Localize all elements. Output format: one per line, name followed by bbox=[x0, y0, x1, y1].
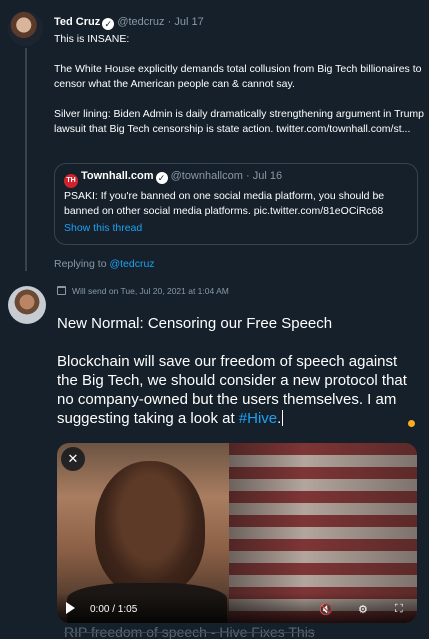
reply-handle-link[interactable]: @tedcruz bbox=[109, 258, 154, 270]
replying-to: Replying to @tedcruz bbox=[54, 258, 155, 270]
video-controls: 0:00 / 1:05 🔇 ⚙ ⛶ bbox=[57, 593, 417, 623]
character-count-indicator bbox=[408, 420, 415, 427]
verified-badge-icon: ✓ bbox=[155, 172, 168, 184]
embedded-tweet-date: Jul 16 bbox=[252, 170, 283, 182]
close-icon[interactable]: ✕ bbox=[61, 447, 85, 471]
townhall-logo: TH bbox=[64, 174, 78, 188]
verified-badge-icon: ✓ bbox=[102, 18, 115, 30]
user-avatar[interactable] bbox=[8, 286, 46, 324]
tweet-paragraph: The White House explicitly demands total… bbox=[54, 63, 422, 90]
gear-icon[interactable]: ⚙ bbox=[358, 603, 368, 616]
embedded-tweet-text: PSAKI: If you're banned on one social me… bbox=[64, 190, 385, 217]
video-attachment[interactable]: ✕ 0:00 / 1:05 🔇 ⚙ ⛶ bbox=[57, 443, 417, 623]
video-title: RIP freedom of speech - Hive Fixes This bbox=[64, 624, 315, 639]
show-thread-link[interactable]: Show this thread bbox=[64, 222, 142, 234]
compose-body: Blockchain will save our freedom of spee… bbox=[57, 353, 407, 427]
tweet-paragraph: Silver lining: Biden Admin is daily dram… bbox=[54, 108, 425, 135]
embedded-author-name: Townhall.com bbox=[81, 170, 154, 182]
play-icon[interactable] bbox=[66, 602, 75, 614]
calendar-icon bbox=[57, 286, 66, 295]
thread-line bbox=[25, 48, 27, 271]
tweet-date[interactable]: Jul 17 bbox=[174, 16, 203, 28]
tweet-header: Ted Cruz ✓ @tedcruz · Jul 17 bbox=[54, 16, 204, 30]
author-handle[interactable]: @tedcruz bbox=[117, 16, 164, 28]
text-cursor bbox=[282, 410, 284, 426]
schedule-info[interactable]: Will send on Tue, Jul 20, 2021 at 1:04 A… bbox=[57, 286, 229, 296]
compose-title: New Normal: Censoring our Free Speech bbox=[57, 315, 333, 332]
hashtag-link[interactable]: #Hive bbox=[239, 410, 277, 427]
video-time: 0:00 / 1:05 bbox=[90, 604, 138, 615]
avatar[interactable] bbox=[8, 11, 43, 46]
embedded-author-handle: @townhallcom bbox=[170, 170, 243, 182]
tweet-text: This is INSANE: The White House explicit… bbox=[54, 32, 426, 137]
schedule-text: Will send on Tue, Jul 20, 2021 at 1:04 A… bbox=[72, 286, 229, 296]
author-name[interactable]: Ted Cruz bbox=[54, 16, 100, 28]
compose-textarea[interactable]: New Normal: Censoring our Free Speech Bl… bbox=[57, 314, 412, 447]
tweet-paragraph: This is INSANE: bbox=[54, 33, 130, 45]
mute-icon[interactable]: 🔇 bbox=[319, 603, 333, 616]
fullscreen-icon[interactable]: ⛶ bbox=[395, 603, 403, 616]
embedded-tweet-header: TH Townhall.com ✓ @townhallcom · Jul 16 bbox=[64, 170, 282, 188]
embedded-tweet[interactable]: TH Townhall.com ✓ @townhallcom · Jul 16 PS… bbox=[54, 163, 418, 245]
